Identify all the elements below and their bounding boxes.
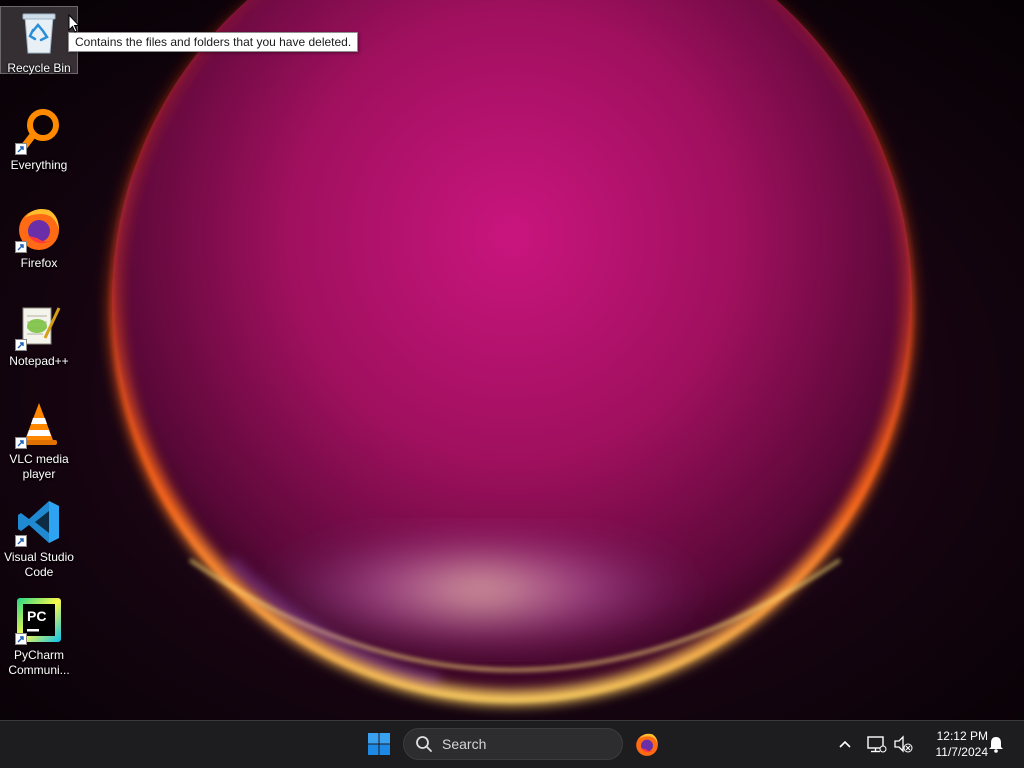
- volume-muted-icon[interactable]: [892, 733, 914, 755]
- shortcut-arrow-icon: [15, 339, 27, 351]
- desktop-icon-label: PyCharm Communi...: [8, 648, 70, 677]
- desktop-icon-everything[interactable]: Everything: [0, 104, 78, 174]
- search-icon: [416, 736, 432, 752]
- desktop-icon-notepad-plus-plus[interactable]: Notepad++: [0, 300, 78, 370]
- mouse-cursor-icon: [68, 14, 80, 33]
- show-hidden-icons-button[interactable]: [835, 733, 855, 755]
- shortcut-arrow-icon: [15, 535, 27, 547]
- pycharm-icon: PC: [15, 596, 63, 645]
- desktop-icon-vlc[interactable]: VLC media player: [0, 398, 78, 482]
- network-icon[interactable]: [865, 733, 887, 755]
- start-button[interactable]: [362, 727, 396, 761]
- desktop-icon-label: Firefox: [20, 256, 58, 270]
- taskbar-search-box[interactable]: Search: [403, 728, 623, 760]
- windows-logo-icon: [368, 733, 390, 755]
- desktop-icon-label: VLC media player: [9, 452, 69, 481]
- desktop-icon-vscode[interactable]: Visual Studio Code: [0, 496, 78, 580]
- firefox-icon: [636, 733, 658, 756]
- firefox-icon: [15, 204, 63, 253]
- taskbar-app-firefox[interactable]: [630, 727, 664, 761]
- chevron-up-icon: [839, 740, 851, 748]
- notification-bell-icon[interactable]: [987, 735, 1005, 753]
- vlc-icon: [15, 400, 63, 449]
- shortcut-arrow-icon: [15, 241, 27, 253]
- desktop-icon-recycle-bin[interactable]: Recycle Bin: [0, 6, 78, 75]
- desktop-icon-label: Notepad++: [9, 354, 69, 368]
- desktop-icon-label: Recycle Bin: [7, 61, 71, 75]
- desktop-icon-firefox[interactable]: Firefox: [0, 202, 78, 272]
- recycle-bin-icon: [15, 9, 63, 57]
- shortcut-arrow-icon: [15, 437, 27, 449]
- notepad-plus-plus-icon: [15, 302, 63, 351]
- shortcut-arrow-icon: [15, 633, 27, 645]
- taskbar: Search 12:12 PM 11/7/2024: [0, 720, 1024, 768]
- wallpaper: [0, 0, 1024, 720]
- clock-time: 12:12 PM: [936, 729, 988, 743]
- desktop-icon-pycharm[interactable]: PC PyCharm Communi...: [0, 594, 78, 678]
- desktop: Recycle Bin Everything Firefox Notepad++…: [0, 0, 1024, 720]
- vscode-icon: [15, 498, 63, 547]
- svg-text:PC: PC: [27, 608, 46, 624]
- desktop-icon-label: Everything: [10, 158, 68, 172]
- clock-date: 11/7/2024: [935, 745, 989, 759]
- desktop-icon-label: Visual Studio Code: [4, 550, 74, 579]
- search-placeholder: Search: [442, 736, 487, 752]
- system-clock[interactable]: 12:12 PM 11/7/2024: [918, 728, 989, 760]
- everything-search-icon: [15, 106, 63, 155]
- shortcut-arrow-icon: [15, 143, 27, 155]
- recycle-bin-tooltip: Contains the files and folders that you …: [68, 32, 359, 52]
